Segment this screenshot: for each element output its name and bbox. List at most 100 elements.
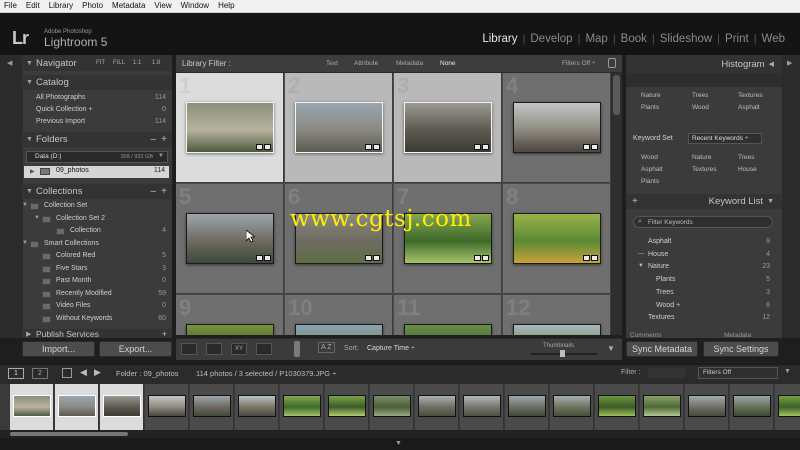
suggested-keyword[interactable]: Asphalt <box>738 104 760 111</box>
collection-item[interactable]: Five Stars 3 <box>42 265 166 273</box>
collection-item[interactable]: Without Keywords 60 <box>42 315 166 323</box>
os-menu-help[interactable]: Help <box>218 0 234 12</box>
keyword-badge-icon[interactable] <box>583 255 590 261</box>
os-menu-file[interactable]: File <box>4 0 17 12</box>
filmstrip-cell[interactable] <box>685 384 729 430</box>
collection-badge-icon[interactable] <box>264 144 271 150</box>
selection-summary[interactable]: 114 photos / 3 selected / P1030379.JPG ÷ <box>196 369 336 378</box>
suggested-keyword[interactable]: Trees <box>692 92 708 99</box>
collection-item[interactable]: ▼ Collection Set <box>22 202 166 210</box>
collection-item[interactable]: Colored Red 5 <box>42 252 166 260</box>
filmstrip-filter-dropdown[interactable]: Filters Off <box>698 367 778 379</box>
filter-preset-dropdown[interactable]: Filters Off ÷ <box>562 60 595 67</box>
keyword-badge-icon[interactable] <box>365 255 372 261</box>
filmstrip-thumbnail[interactable] <box>328 395 366 417</box>
filmstrip-cell[interactable] <box>460 384 504 430</box>
filmstrip-cell[interactable] <box>190 384 234 430</box>
collapse-right-icon[interactable]: ▶ <box>787 59 792 67</box>
filter-tab-text[interactable]: Text <box>326 60 338 67</box>
collection-badge-icon[interactable] <box>591 255 598 261</box>
catalog-item[interactable]: Previous Import 114 <box>36 118 166 125</box>
collapse-filmstrip-icon[interactable]: ▼ <box>395 440 402 447</box>
photo-thumbnail[interactable] <box>295 324 383 335</box>
recent-keyword[interactable]: Asphalt <box>641 166 663 173</box>
collapse-left-icon[interactable]: ◀ <box>7 59 12 67</box>
filmstrip-cell[interactable] <box>280 384 324 430</box>
filter-tab-none[interactable]: None <box>440 60 456 67</box>
filmstrip-thumbnail[interactable] <box>688 395 726 417</box>
filmstrip-thumbnail[interactable] <box>733 395 771 417</box>
grid-scroll-thumb[interactable] <box>613 75 620 115</box>
collection-badge-icon[interactable] <box>482 144 489 150</box>
module-book[interactable]: Book <box>616 33 652 45</box>
metadata-tab[interactable]: Metadata <box>724 332 751 339</box>
filmstrip-cell[interactable] <box>505 384 549 430</box>
filmstrip-cell[interactable] <box>55 384 99 430</box>
recent-keyword[interactable]: Wood <box>641 154 658 161</box>
collection-badge-icon[interactable] <box>482 255 489 261</box>
os-menu-view[interactable]: View <box>154 0 171 12</box>
grid-cell[interactable]: 8 <box>503 184 611 294</box>
filmstrip-thumbnail[interactable] <box>598 395 636 417</box>
disclosure-triangle-icon[interactable]: ▼ <box>34 215 40 221</box>
filmstrip-thumbnail[interactable] <box>148 395 186 417</box>
module-web[interactable]: Web <box>757 33 790 45</box>
disclosure-triangle-icon[interactable]: ▼ <box>22 240 28 246</box>
suggested-keyword[interactable]: Textures <box>738 92 763 99</box>
volume-bar[interactable]: Data (D:) 309 / 932 GB ▼ <box>26 151 168 163</box>
zoom-fit[interactable]: FIT <box>96 60 105 66</box>
module-slideshow[interactable]: Slideshow <box>655 33 717 45</box>
export-button[interactable]: Export... <box>99 341 172 357</box>
sync-metadata-button[interactable]: Sync Metadata <box>626 341 698 357</box>
folders-header[interactable]: ▼ Folders – + <box>22 132 172 147</box>
compare-view-icon[interactable]: XY <box>231 343 247 355</box>
filmstrip-thumbnail[interactable] <box>238 395 276 417</box>
keyword-badge-icon[interactable] <box>256 144 263 150</box>
flag-filter-icons[interactable] <box>648 368 686 378</box>
collection-item[interactable]: ▼ Smart Collections <box>22 240 166 248</box>
catalog-header[interactable]: ▼ Catalog <box>22 75 172 90</box>
module-print[interactable]: Print <box>720 33 754 45</box>
remove-folder-button[interactable]: – <box>150 134 156 145</box>
filmstrip-scroll-thumb[interactable] <box>10 432 128 436</box>
module-develop[interactable]: Develop <box>525 33 577 45</box>
filmstrip-thumbnail[interactable] <box>373 395 411 417</box>
keyword-list-item[interactable]: Trees 3 <box>656 289 770 296</box>
grid-cell[interactable]: 2 <box>285 73 393 183</box>
recent-keyword[interactable]: Plants <box>641 178 659 185</box>
filmstrip-cell[interactable] <box>235 384 279 430</box>
suggested-keyword[interactable]: Nature <box>641 92 661 99</box>
module-map[interactable]: Map <box>580 33 612 45</box>
collection-badge-icon[interactable] <box>591 144 598 150</box>
histogram-header[interactable]: Histogram ◀ <box>626 55 782 73</box>
disclosure-triangle-icon[interactable]: ▼ <box>22 202 28 208</box>
catalog-item[interactable]: All Photographs 114 <box>36 94 166 101</box>
forward-arrow-icon[interactable]: ▶ <box>94 367 101 378</box>
publish-services-header[interactable]: ▶ Publish Services + <box>22 329 172 339</box>
os-menu-window[interactable]: Window <box>181 0 209 12</box>
folder-row-selected[interactable]: ▶ 09_photos 114 <box>24 166 169 178</box>
import-button[interactable]: Import... <box>22 341 95 357</box>
filter-tab-attribute[interactable]: Attribute <box>354 60 378 67</box>
recent-keyword[interactable]: Nature <box>692 154 712 161</box>
zoom-fill[interactable]: FILL <box>113 60 125 66</box>
grid-icon[interactable] <box>62 368 72 378</box>
thumbnail-slider-knob[interactable] <box>560 350 565 357</box>
collection-badge-icon[interactable] <box>373 144 380 150</box>
add-folder-button[interactable]: + <box>161 134 167 145</box>
source-folder[interactable]: Folder : 09_photos <box>116 369 179 378</box>
add-collection-button[interactable]: + <box>161 186 167 197</box>
remove-collection-button[interactable]: – <box>150 186 156 197</box>
add-keyword-button[interactable]: + <box>632 196 638 207</box>
grid-cell[interactable]: 4 <box>503 73 611 183</box>
collection-badge-icon[interactable] <box>264 255 271 261</box>
os-menu-library[interactable]: Library <box>49 0 73 12</box>
suggested-keyword[interactable]: Plants <box>641 104 659 111</box>
comments-tab[interactable]: Comments <box>630 332 661 339</box>
catalog-item[interactable]: Quick Collection +0 <box>36 106 166 113</box>
filmstrip-cell[interactable] <box>100 384 144 430</box>
keyword-list-item[interactable]: — House 4 <box>638 251 770 258</box>
os-menu-photo[interactable]: Photo <box>82 0 103 12</box>
keyword-badge-icon[interactable] <box>583 144 590 150</box>
collections-header[interactable]: ▼ Collections – + <box>22 184 172 199</box>
